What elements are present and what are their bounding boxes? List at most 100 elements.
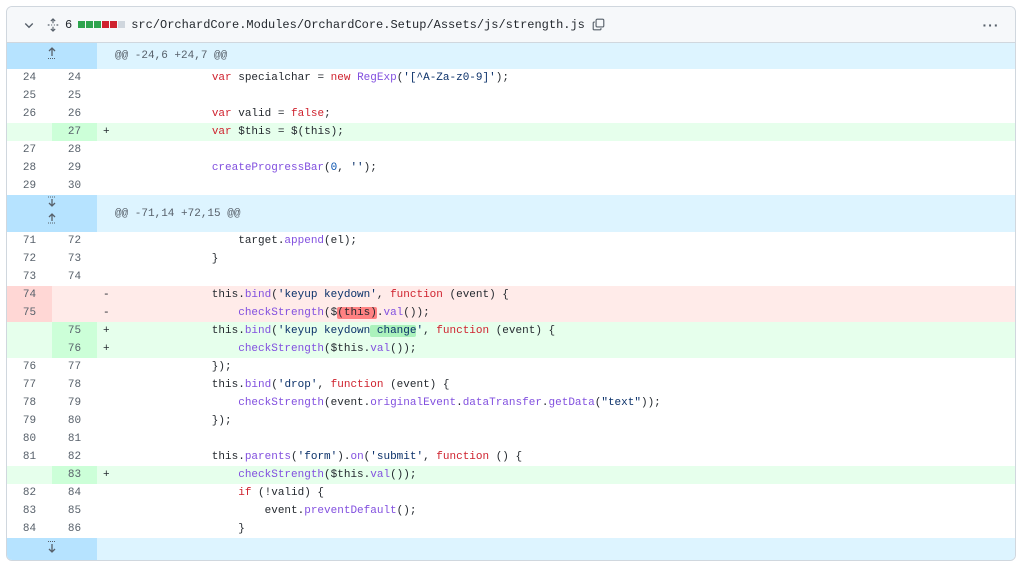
old-line-number[interactable]: 77 [7, 376, 52, 394]
code-line: - this.bind('keyup keydown', function (e… [97, 286, 1015, 304]
old-line-number[interactable]: 76 [7, 358, 52, 376]
expand-lines-icon[interactable] [7, 538, 97, 560]
old-line-number[interactable]: 28 [7, 159, 52, 177]
kebab-horizontal-icon[interactable]: ··· [979, 15, 1003, 35]
code-line: checkStrength(event.originalEvent.dataTr… [97, 394, 1015, 412]
unfold-icon[interactable] [45, 17, 61, 33]
new-line-number[interactable]: 77 [52, 358, 97, 376]
old-line-number[interactable]: 74 [7, 286, 52, 304]
new-line-number[interactable]: 85 [52, 502, 97, 520]
new-line-number[interactable]: 27 [52, 123, 97, 141]
old-line-number[interactable]: 75 [7, 304, 52, 322]
old-line-number[interactable]: 79 [7, 412, 52, 430]
hunk-header: @@ -24,6 +24,7 @@ [7, 43, 1015, 69]
new-line-number[interactable]: 75 [52, 322, 97, 340]
new-line-number[interactable]: 24 [52, 69, 97, 87]
diff-table: @@ -24,6 +24,7 @@ 24 24 var specialchar = … [7, 43, 1015, 560]
new-line-number[interactable]: 73 [52, 250, 97, 268]
new-line-number[interactable]: 78 [52, 376, 97, 394]
old-line-number[interactable]: 78 [7, 394, 52, 412]
new-line-number[interactable]: 25 [52, 87, 97, 105]
diffstat-block [102, 21, 110, 28]
context-line: 24 24 var specialchar = new RegExp('[^A-Z… [7, 69, 1015, 87]
code-line: }); [97, 412, 1015, 430]
new-line-number[interactable]: 84 [52, 484, 97, 502]
hunk-range [97, 538, 1015, 560]
diffstat [78, 21, 126, 28]
new-line-number[interactable]: 86 [52, 520, 97, 538]
context-line: 73 74 [7, 268, 1015, 286]
old-line-number[interactable] [7, 340, 52, 358]
context-line: 71 72 target.append(el); [7, 232, 1015, 250]
code-line: }); [97, 358, 1015, 376]
code-line [97, 87, 1015, 105]
new-line-number[interactable]: 30 [52, 177, 97, 195]
diffstat-block [94, 21, 102, 28]
old-line-number[interactable] [7, 466, 52, 484]
context-line: 78 79 checkStrength(event.originalEvent.d… [7, 394, 1015, 412]
old-line-number[interactable]: 27 [7, 141, 52, 159]
old-line-number[interactable]: 83 [7, 502, 52, 520]
expand-lines-icon[interactable] [7, 195, 97, 232]
old-line-number[interactable]: 80 [7, 430, 52, 448]
diffstat-block [118, 21, 126, 28]
diffstat-block [110, 21, 118, 28]
new-line-number[interactable]: 28 [52, 141, 97, 159]
new-line-number[interactable]: 74 [52, 268, 97, 286]
chevron-down-icon[interactable] [21, 17, 37, 33]
diffstat-block [78, 21, 86, 28]
diff-marker: - [103, 307, 110, 319]
copy-icon[interactable] [591, 17, 607, 33]
old-line-number[interactable]: 26 [7, 105, 52, 123]
code-line: event.preventDefault(); [97, 502, 1015, 520]
diff-file: 6 src/OrchardCore.Modules/OrchardCore.Se… [6, 6, 1016, 561]
old-line-number[interactable]: 71 [7, 232, 52, 250]
code-line: + checkStrength($this.val()); [97, 466, 1015, 484]
context-line: 77 78 this.bind('drop', function (event) … [7, 376, 1015, 394]
old-line-number[interactable]: 84 [7, 520, 52, 538]
code-line: target.append(el); [97, 232, 1015, 250]
code-line: + var $this = $(this); [97, 123, 1015, 141]
new-line-number[interactable]: 81 [52, 430, 97, 448]
hunk-range: @@ -71,14 +72,15 @@ [97, 195, 1015, 232]
old-line-number[interactable]: 29 [7, 177, 52, 195]
diff-marker: + [103, 469, 110, 481]
old-line-number[interactable]: 73 [7, 268, 52, 286]
new-line-number[interactable]: 80 [52, 412, 97, 430]
new-line-number[interactable]: 76 [52, 340, 97, 358]
hunk-header: @@ -71,14 +72,15 @@ [7, 195, 1015, 232]
added-line: 27 + var $this = $(this); [7, 123, 1015, 141]
new-line-number[interactable]: 26 [52, 105, 97, 123]
context-line: 82 84 if (!valid) { [7, 484, 1015, 502]
old-line-number[interactable]: 82 [7, 484, 52, 502]
old-line-number[interactable] [7, 322, 52, 340]
new-line-number[interactable] [52, 304, 97, 322]
added-line: 83 + checkStrength($this.val()); [7, 466, 1015, 484]
context-line: 81 82 this.parents('form').on('submit', f… [7, 448, 1015, 466]
file-path[interactable]: src/OrchardCore.Modules/OrchardCore.Setu… [131, 18, 585, 32]
context-line: 25 25 [7, 87, 1015, 105]
old-line-number[interactable]: 81 [7, 448, 52, 466]
code-line: } [97, 250, 1015, 268]
new-line-number[interactable]: 72 [52, 232, 97, 250]
new-line-number[interactable]: 83 [52, 466, 97, 484]
new-line-number[interactable]: 29 [52, 159, 97, 177]
added-line: 76 + checkStrength($this.val()); [7, 340, 1015, 358]
new-line-number[interactable]: 82 [52, 448, 97, 466]
old-line-number[interactable] [7, 123, 52, 141]
code-line: this.parents('form').on('submit', functi… [97, 448, 1015, 466]
code-line [97, 177, 1015, 195]
file-header: 6 src/OrchardCore.Modules/OrchardCore.Se… [7, 7, 1015, 43]
code-line [97, 430, 1015, 448]
code-line: - checkStrength($(this).val()); [97, 304, 1015, 322]
new-line-number[interactable]: 79 [52, 394, 97, 412]
old-line-number[interactable]: 72 [7, 250, 52, 268]
code-line [97, 141, 1015, 159]
old-line-number[interactable]: 24 [7, 69, 52, 87]
hunk-range: @@ -24,6 +24,7 @@ [97, 43, 1015, 69]
new-line-number[interactable] [52, 286, 97, 304]
context-line: 84 86 } [7, 520, 1015, 538]
old-line-number[interactable]: 25 [7, 87, 52, 105]
context-line: 72 73 } [7, 250, 1015, 268]
expand-lines-icon[interactable] [7, 43, 97, 69]
